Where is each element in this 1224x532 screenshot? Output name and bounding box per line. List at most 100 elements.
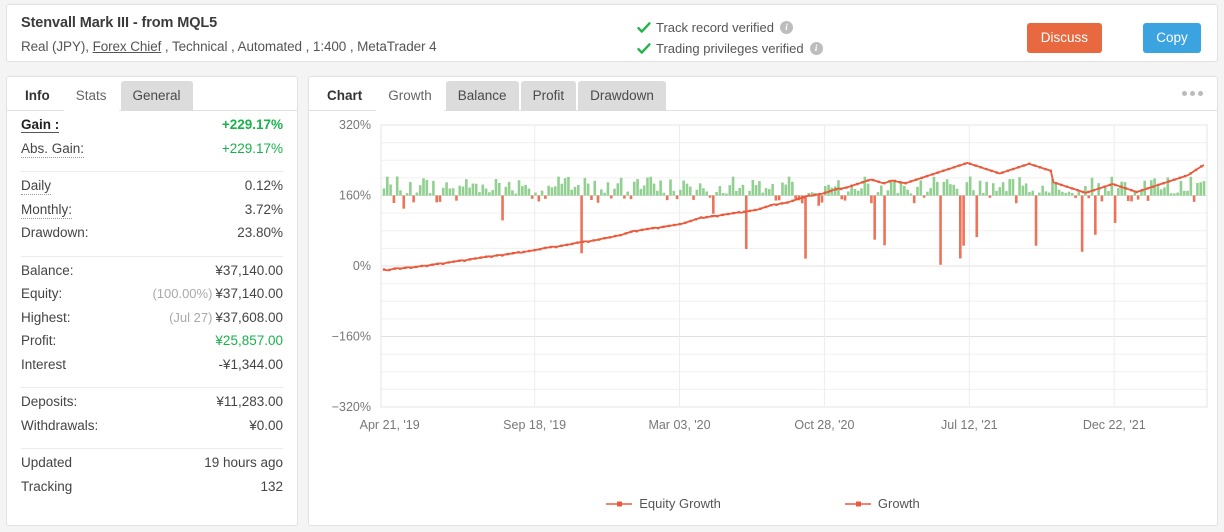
divider — [21, 387, 283, 388]
verification-track-record-label: Track record verified — [656, 20, 774, 35]
stat-value-wrap-profit: ¥25,857.00 — [215, 333, 283, 348]
verification-track-record: Track record verified i — [637, 17, 823, 38]
stat-row-monthly: Monthly: 3.72% — [21, 202, 283, 226]
chart-legend: Equity Growth Growth — [309, 496, 1217, 511]
stat-label-highest: Highest: — [21, 309, 71, 325]
stat-row-withdrawals: Withdrawals: ¥0.00 — [21, 418, 283, 442]
stat-row-equity: Equity: (100.00%) ¥37,140.00 — [21, 286, 283, 310]
legend-label: Growth — [877, 496, 920, 511]
stat-label-daily[interactable]: Daily — [21, 178, 52, 195]
check-icon — [637, 21, 651, 35]
tab-profit[interactable]: Profit — [520, 81, 577, 111]
stat-row-profit: Profit: ¥25,857.00 — [21, 333, 283, 357]
stat-annotation-highest: (Jul 27) — [169, 309, 213, 325]
stat-value-abs-gain: +229.17% — [221, 140, 283, 156]
stat-value-wrap-withdrawals: ¥0.00 — [249, 418, 283, 433]
account-meta-post: , Technical , Automated , 1:400 , MetaTr… — [161, 39, 437, 54]
legend-item-equity-growth[interactable]: Equity Growth — [606, 496, 721, 511]
stat-value-wrap-abs-gain: +229.17% — [222, 141, 283, 156]
stat-label-drawdown: Drawdown: — [21, 225, 89, 240]
stat-value-wrap-deposits: ¥11,283.00 — [216, 394, 283, 409]
stat-value-equity: ¥37,140.00 — [215, 286, 283, 301]
stat-label-deposits: Deposits: — [21, 394, 78, 409]
stat-label-monthly[interactable]: Monthly: — [21, 202, 73, 219]
stat-value-deposits: ¥11,283.00 — [216, 394, 283, 409]
stat-value-wrap-gain: +229.17% — [222, 117, 283, 132]
stat-value-highest: ¥37,608.00 — [215, 309, 283, 325]
account-meta-pre: Real (JPY), — [21, 39, 93, 54]
svg-text:Apr 21, '19: Apr 21, '19 — [360, 418, 420, 432]
stat-value-daily: 0.12% — [244, 178, 283, 193]
stat-label-updated: Updated — [21, 455, 73, 470]
broker-link[interactable]: Forex Chief — [93, 39, 162, 54]
stat-value-drawdown: 23.80% — [237, 225, 283, 240]
legend-item-growth[interactable]: Growth — [844, 496, 920, 511]
stats-list: Gain : +229.17% Abs. Gain: +229.17% Daily 0.1… — [7, 111, 297, 502]
legend-marker-icon — [606, 501, 633, 506]
stat-row-updated: Updated 19 hours ago — [21, 455, 283, 479]
stat-value-interest: -¥1,344.00 — [218, 356, 283, 372]
stat-value-monthly: 3.72% — [244, 201, 283, 217]
page-title: Stenvall Mark III - from MQL5 — [21, 15, 218, 31]
tab-general[interactable]: General — [120, 81, 193, 111]
growth-chart: 320% 160% 0% −160% −320% Apr 21, '19 Sep 18, '… — [309, 111, 1217, 525]
stat-value-wrap-drawdown: 23.80% — [237, 225, 283, 240]
tab-stats[interactable]: Stats — [63, 81, 119, 111]
stat-label-gain[interactable]: Gain : — [21, 117, 60, 133]
stat-row-gain: Gain : +229.17% — [21, 117, 283, 141]
stat-row-interest: Interest -¥1,344.00 — [21, 357, 283, 381]
verification-badges: Track record verified i Trading privileg… — [637, 17, 823, 59]
copy-button[interactable]: Copy — [1143, 23, 1201, 53]
stat-value-wrap-daily: 0.12% — [245, 178, 283, 193]
account-meta: Real (JPY), Forex Chief , Technical , Au… — [21, 39, 437, 54]
tab-chart[interactable]: Chart — [315, 81, 374, 111]
svg-text:−320%: −320% — [332, 400, 371, 414]
stat-value-wrap-highest: (Jul 27) ¥37,608.00 — [169, 310, 283, 325]
stat-label-balance: Balance: — [21, 262, 74, 278]
check-icon — [637, 42, 651, 56]
more-options-icon[interactable] — [1182, 91, 1203, 96]
verification-trading-privileges: Trading privileges verified i — [637, 38, 823, 59]
stats-panel: Info Stats General Gain : +229.17% Abs. Gain… — [6, 76, 298, 526]
legend-label: Equity Growth — [639, 496, 721, 511]
stat-label-abs-gain[interactable]: Abs. Gain: — [21, 141, 85, 158]
stat-value-wrap-tracking: 132 — [260, 479, 283, 494]
info-icon[interactable]: i — [780, 21, 793, 34]
stat-value-updated: 19 hours ago — [204, 455, 283, 470]
stat-row-daily: Daily 0.12% — [21, 178, 283, 202]
stat-value-withdrawals: ¥0.00 — [249, 417, 283, 433]
chart-panel: Chart Growth Balance Profit Drawdown 320% 160… — [308, 76, 1218, 526]
stat-value-tracking: 132 — [260, 478, 283, 494]
svg-text:160%: 160% — [339, 189, 371, 203]
stat-row-balance: Balance: ¥37,140.00 — [21, 263, 283, 287]
stat-label-interest: Interest — [21, 356, 67, 372]
tab-growth[interactable]: Growth — [376, 81, 444, 111]
stat-row-tracking: Tracking 132 — [21, 479, 283, 503]
svg-text:Dec 22, '21: Dec 22, '21 — [1083, 418, 1146, 432]
svg-text:Mar 03, '20: Mar 03, '20 — [648, 418, 710, 432]
tab-balance[interactable]: Balance — [445, 81, 519, 111]
stat-value-wrap-monthly: 3.72% — [245, 202, 283, 217]
stat-row-highest: Highest: (Jul 27) ¥37,608.00 — [21, 310, 283, 334]
stat-row-drawdown: Drawdown: 23.80% — [21, 225, 283, 249]
divider — [21, 255, 283, 257]
svg-text:0%: 0% — [353, 259, 371, 273]
svg-text:−160%: −160% — [332, 330, 371, 344]
svg-text:Oct 28, '20: Oct 28, '20 — [794, 418, 854, 432]
tab-info[interactable]: Info — [13, 81, 62, 111]
verification-trading-privileges-label: Trading privileges verified — [656, 41, 804, 56]
stat-label-profit: Profit: — [21, 333, 57, 348]
svg-text:Jul 12, '21: Jul 12, '21 — [941, 418, 998, 432]
legend-marker-icon — [844, 501, 871, 506]
profile-page: Stenvall Mark III - from MQL5 Real (JPY)… — [0, 0, 1224, 532]
svg-text:320%: 320% — [339, 118, 371, 132]
stat-annotation-equity: (100.00%) — [152, 286, 213, 301]
stat-label-withdrawals: Withdrawals: — [21, 417, 99, 433]
svg-text:Sep 18, '19: Sep 18, '19 — [503, 418, 566, 432]
tab-drawdown[interactable]: Drawdown — [578, 81, 666, 111]
discuss-button[interactable]: Discuss — [1026, 23, 1102, 53]
divider — [21, 448, 283, 449]
info-icon[interactable]: i — [809, 42, 823, 55]
stat-value-wrap-updated: 19 hours ago — [204, 455, 283, 470]
stat-label-equity: Equity: — [21, 286, 63, 301]
